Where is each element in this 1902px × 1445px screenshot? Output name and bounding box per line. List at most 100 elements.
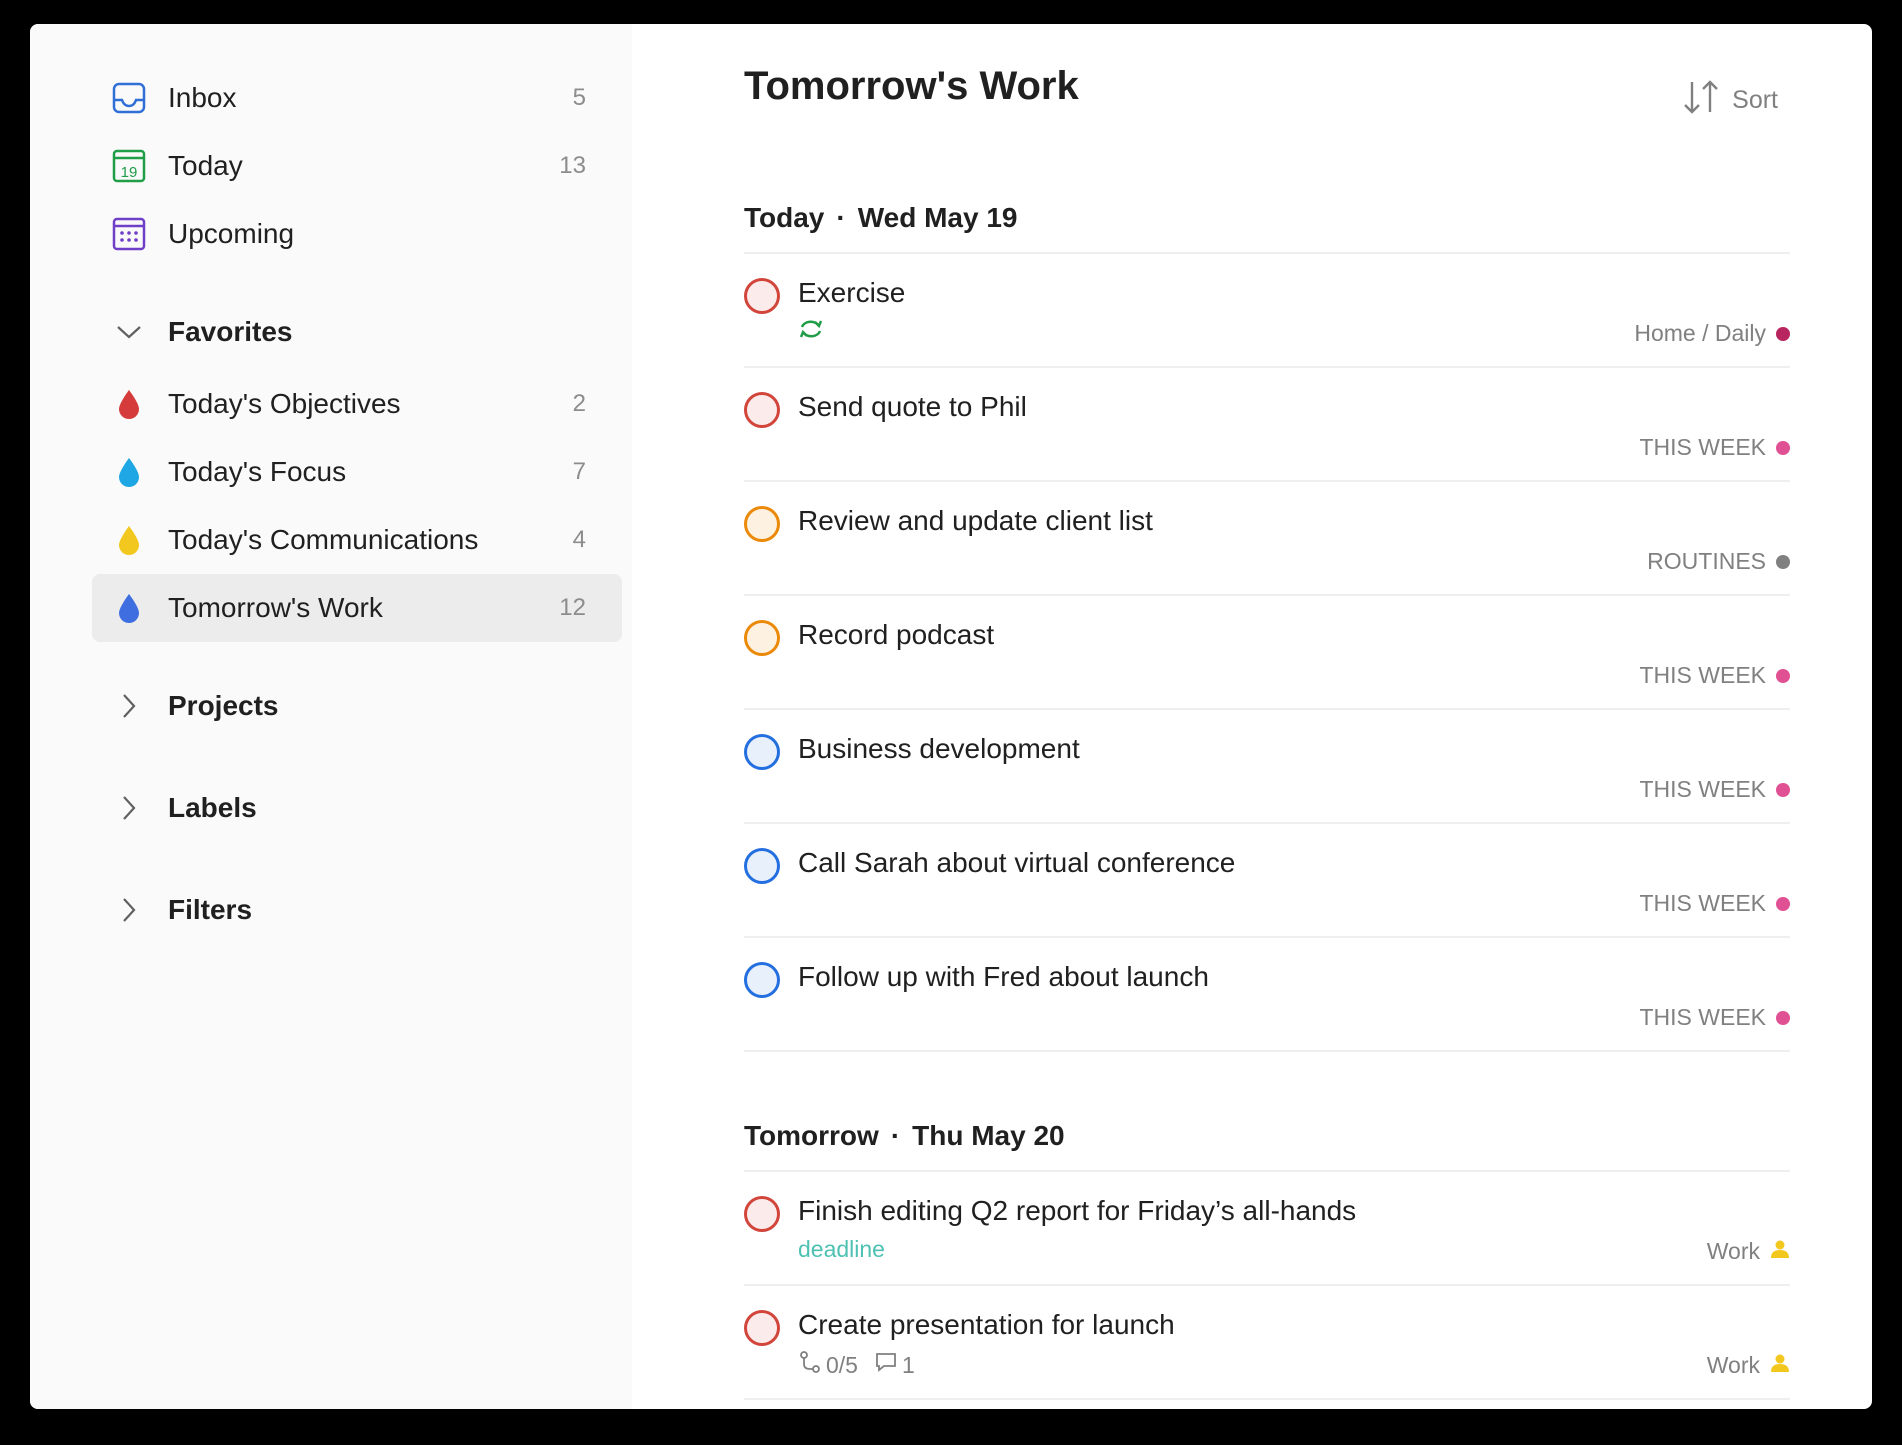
- task-title[interactable]: Record podcast: [798, 619, 994, 651]
- task-project[interactable]: Work: [1707, 1352, 1790, 1379]
- sidebar-item-count: 12: [559, 594, 586, 621]
- task-title[interactable]: Send quote to Phil: [798, 391, 1027, 423]
- sort-button[interactable]: Sort: [1682, 78, 1778, 123]
- task-project[interactable]: Work: [1707, 1238, 1790, 1265]
- labels-toggle[interactable]: Labels: [92, 774, 622, 842]
- project-color-dot: [1776, 782, 1790, 797]
- sidebar-item-count: 4: [572, 526, 586, 553]
- task-row[interactable]: Business development THIS WEEK: [744, 710, 1790, 824]
- task-checkbox[interactable]: [744, 506, 780, 542]
- task-project[interactable]: THIS WEEK: [1639, 662, 1790, 689]
- main-content: Tomorrow's Work Sort Today · Wed May 19 …: [632, 24, 1872, 1409]
- group-date: Thu May 20: [912, 1120, 1065, 1151]
- project-color-dot: [1776, 1010, 1790, 1025]
- task-checkbox[interactable]: [744, 962, 780, 998]
- sidebar-item-label: Today's Communications: [168, 524, 479, 555]
- task-checkbox[interactable]: [744, 278, 780, 314]
- task-checkbox[interactable]: [744, 848, 780, 884]
- task-title[interactable]: Finish editing Q2 report for Friday’s al…: [798, 1195, 1356, 1227]
- task-row[interactable]: Finish editing Q2 report for Friday’s al…: [744, 1172, 1790, 1286]
- sidebar-item-todays-focus[interactable]: Today's Focus 7: [92, 438, 622, 506]
- sidebar-item-tomorrows-work[interactable]: Tomorrow's Work 12: [92, 574, 622, 642]
- task-project[interactable]: THIS WEEK: [1639, 776, 1790, 803]
- drop-icon: [110, 521, 148, 559]
- task-project[interactable]: Home / Daily: [1634, 320, 1790, 347]
- chevron-down-icon: [112, 315, 146, 349]
- project-name: Home / Daily: [1634, 320, 1766, 346]
- task-title[interactable]: Call Sarah about virtual conference: [798, 847, 1235, 879]
- task-row[interactable]: Create presentation for launch 0/5 1 Work: [744, 1286, 1790, 1400]
- sidebar: Inbox 5 19 Today 13 Upcoming Favorites T…: [30, 24, 632, 1409]
- section-label: Projects: [168, 690, 279, 721]
- sidebar-item-label: Tomorrow's Work: [168, 592, 383, 623]
- project-name: THIS WEEK: [1639, 776, 1766, 802]
- chevron-right-icon: [112, 689, 146, 723]
- task-meta: deadline: [798, 1236, 885, 1263]
- project-color-dot: [1776, 554, 1790, 569]
- task-project[interactable]: THIS WEEK: [1639, 1004, 1790, 1031]
- task-row[interactable]: Send quote to Phil THIS WEEK: [744, 368, 1790, 482]
- task-row[interactable]: Call Sarah about virtual conference THIS …: [744, 824, 1790, 938]
- sidebar-item-count: 7: [572, 458, 586, 485]
- sidebar-item-label: Today: [168, 150, 243, 181]
- subtasks-indicator[interactable]: 0/5: [798, 1350, 858, 1380]
- task-row[interactable]: Follow up with Fred about launch THIS WEE…: [744, 938, 1790, 1052]
- project-name: THIS WEEK: [1639, 434, 1766, 460]
- drop-icon: [110, 385, 148, 423]
- page-title: Tomorrow's Work: [744, 64, 1079, 108]
- task-row[interactable]: Exercise Home / Daily: [744, 254, 1790, 368]
- task-list: Exercise Home / Daily Send quote to Phil TH…: [744, 254, 1790, 1052]
- task-project[interactable]: THIS WEEK: [1639, 890, 1790, 917]
- sidebar-item-label: Today's Objectives: [168, 388, 401, 419]
- favorites-toggle[interactable]: Favorites: [92, 298, 622, 366]
- filters-toggle[interactable]: Filters: [92, 876, 622, 944]
- group-header: Tomorrow · Thu May 20: [744, 1102, 1790, 1172]
- inbox-icon: [110, 79, 148, 117]
- sidebar-item-label: Inbox: [168, 82, 237, 113]
- task-title[interactable]: Business development: [798, 733, 1080, 765]
- sidebar-item-todays-objectives[interactable]: Today's Objectives 2: [92, 370, 622, 438]
- section-label: Filters: [168, 894, 253, 925]
- projects-toggle[interactable]: Projects: [92, 672, 622, 740]
- comments-indicator[interactable]: 1: [874, 1351, 915, 1379]
- sidebar-item-today[interactable]: 19 Today 13: [92, 132, 622, 200]
- task-label[interactable]: deadline: [798, 1236, 885, 1263]
- task-project[interactable]: ROUTINES: [1647, 548, 1790, 575]
- task-checkbox[interactable]: [744, 392, 780, 428]
- app-window: Inbox 5 19 Today 13 Upcoming Favorites T…: [30, 24, 1872, 1409]
- separator-dot: ·: [890, 1120, 901, 1151]
- project-name: THIS WEEK: [1639, 662, 1766, 688]
- group-day: Today: [744, 202, 825, 233]
- sidebar-item-inbox[interactable]: Inbox 5: [92, 64, 622, 132]
- sidebar-item-todays-communications[interactable]: Today's Communications 4: [92, 506, 622, 574]
- task-checkbox[interactable]: [744, 1196, 780, 1232]
- separator-dot: ·: [836, 202, 846, 233]
- comment-count: 1: [901, 1351, 915, 1378]
- task-project[interactable]: THIS WEEK: [1639, 434, 1790, 461]
- sidebar-item-label: Upcoming: [168, 218, 295, 249]
- sidebar-item-count: 2: [572, 390, 586, 417]
- day-group-tomorrow: Tomorrow · Thu May 20 Finish editing Q2 …: [744, 1102, 1790, 1400]
- task-checkbox[interactable]: [744, 1310, 780, 1346]
- calendar-today-icon: 19: [110, 147, 148, 185]
- task-checkbox[interactable]: [744, 620, 780, 656]
- project-name: THIS WEEK: [1639, 890, 1766, 916]
- task-meta: [798, 318, 824, 346]
- person-icon: [1770, 1352, 1790, 1379]
- section-label: Favorites: [168, 316, 293, 347]
- project-name: ROUTINES: [1647, 548, 1766, 574]
- task-title[interactable]: Follow up with Fred about launch: [798, 961, 1209, 993]
- task-title[interactable]: Review and update client list: [798, 505, 1153, 537]
- sidebar-item-upcoming[interactable]: Upcoming: [92, 200, 622, 268]
- chevron-right-icon: [112, 893, 146, 927]
- task-row[interactable]: Record podcast THIS WEEK: [744, 596, 1790, 710]
- task-title[interactable]: Exercise: [798, 277, 905, 309]
- subtask-count: 0/5: [826, 1351, 858, 1378]
- task-row[interactable]: Review and update client list ROUTINES: [744, 482, 1790, 596]
- task-checkbox[interactable]: [744, 734, 780, 770]
- drop-icon: [110, 589, 148, 627]
- person-icon: [1770, 1238, 1790, 1265]
- project-name: THIS WEEK: [1639, 1004, 1766, 1030]
- day-group-today: Today · Wed May 19 Exercise Home / Daily S…: [744, 184, 1790, 1052]
- task-title[interactable]: Create presentation for launch: [798, 1309, 1175, 1341]
